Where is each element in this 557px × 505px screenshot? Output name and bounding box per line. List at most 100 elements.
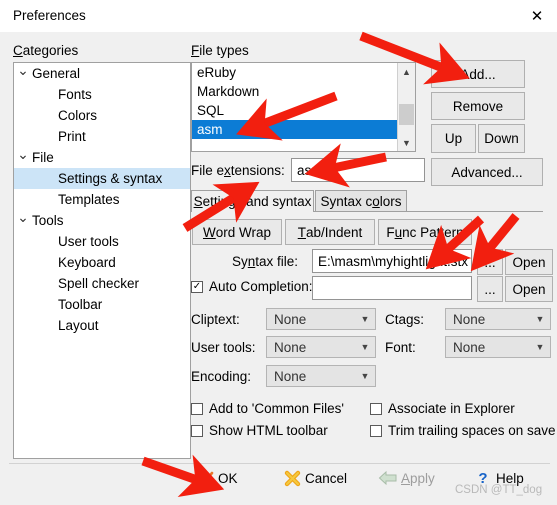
- chevron-down-icon[interactable]: ⌄: [14, 63, 32, 81]
- checkbox-box: [191, 424, 203, 437]
- encoding-select[interactable]: None ▼: [266, 365, 376, 387]
- syntax-file-browse-button[interactable]: ...: [477, 249, 503, 275]
- file-type-item[interactable]: eRuby: [192, 63, 397, 82]
- chevron-down-icon[interactable]: ⌄: [14, 207, 32, 228]
- tab-syntax-colors[interactable]: Syntax c o lors: [315, 190, 407, 212]
- file-extensions-input[interactable]: asm: [291, 158, 425, 182]
- auto-completion-checkbox[interactable]: ✓ Auto Completion:: [191, 279, 313, 294]
- checkbox-trim-trailing-spaces[interactable]: Trim trailing spaces on save: [370, 423, 556, 438]
- ok-button[interactable]: OK: [192, 463, 238, 493]
- auto-completion-browse-button[interactable]: ...: [477, 276, 503, 302]
- tree-item-label: Toolbar: [58, 297, 103, 312]
- ctags-value: None: [453, 311, 486, 327]
- tree-item-templates[interactable]: Templates: [14, 189, 190, 210]
- syntax-file-open-button[interactable]: Open: [505, 249, 553, 275]
- tree-item-file[interactable]: ⌄ File: [14, 144, 190, 168]
- checkbox-associate-in-explorer[interactable]: Associate in Explorer: [370, 401, 515, 416]
- syntax-file-input[interactable]: E:\masm\myhightlight.stx: [312, 249, 472, 273]
- word-wrap-button[interactable]: Word Wrap: [192, 219, 282, 245]
- chevron-down-icon: ▼: [360, 342, 370, 352]
- auto-completion-browse-label: ...: [484, 281, 496, 297]
- tab-settings-and-syntax[interactable]: Settings and syntax: [191, 190, 314, 212]
- auto-completion-open-label: Open: [512, 281, 546, 297]
- auto-completion-label: Auto Completion:: [209, 279, 313, 294]
- file-type-label: eRuby: [197, 65, 237, 80]
- chevron-down-icon: ▼: [360, 314, 370, 324]
- checkbox-show-html-toolbar[interactable]: Show HTML toolbar: [191, 423, 328, 438]
- user-tools-label: User tools:: [191, 340, 256, 355]
- categories-label: Categories: [13, 43, 79, 58]
- cliptext-label: Cliptext:: [191, 312, 240, 327]
- tree-item-label: Spell checker: [58, 276, 140, 291]
- preferences-dialog: Preferences ✕ Categories ⌄ General Fonts Co…: [0, 0, 557, 505]
- checkbox-box: [370, 424, 382, 437]
- scroll-up-icon[interactable]: ▲: [398, 63, 415, 80]
- cliptext-select[interactable]: None ▼: [266, 308, 376, 330]
- remove-button-label: Remove: [452, 98, 504, 114]
- cancel-button-label: Cancel: [305, 470, 348, 486]
- checkbox-label: Associate in Explorer: [388, 401, 515, 416]
- syntax-file-open-label: Open: [512, 254, 546, 270]
- tree-item-layout[interactable]: Layout: [14, 315, 190, 336]
- tree-item-colors[interactable]: Colors: [14, 105, 190, 126]
- auto-completion-input[interactable]: [312, 276, 472, 300]
- down-button-label: Down: [484, 131, 519, 146]
- close-icon[interactable]: ✕: [522, 4, 552, 28]
- ctags-label: Ctags:: [385, 312, 425, 327]
- file-type-item[interactable]: asm: [192, 120, 397, 139]
- add-button[interactable]: Add...: [431, 60, 525, 88]
- tree-item-tools[interactable]: ⌄ Tools: [14, 207, 190, 231]
- cancel-button[interactable]: Cancel: [279, 463, 347, 493]
- tree-item-settings-syntax[interactable]: Settings & syntax: [14, 168, 190, 189]
- auto-completion-open-button[interactable]: Open: [505, 276, 553, 302]
- scroll-down-icon[interactable]: ▼: [398, 134, 415, 151]
- advanced-button[interactable]: Advanced...: [431, 158, 543, 186]
- checkbox-box: [191, 402, 203, 415]
- encoding-value: None: [274, 368, 307, 384]
- checkbox-add-to-common-files[interactable]: Add to 'Common Files': [191, 401, 344, 416]
- file-type-item[interactable]: Markdown: [192, 82, 397, 101]
- tree-item-print[interactable]: Print: [14, 126, 190, 147]
- tree-item-spell-checker[interactable]: Spell checker: [14, 273, 190, 294]
- chevron-down-icon: ▼: [360, 371, 370, 381]
- syntax-file-browse-label: ...: [484, 254, 496, 270]
- tree-item-keyboard[interactable]: Keyboard: [14, 252, 190, 273]
- tree-item-toolbar[interactable]: Toolbar: [14, 294, 190, 315]
- tree-item-fonts[interactable]: Fonts: [14, 84, 190, 105]
- user-tools-select[interactable]: None ▼: [266, 336, 376, 358]
- arrow-left-icon: [375, 470, 401, 486]
- advanced-button-label: Advanced...: [451, 164, 523, 180]
- tab-active-gap: [192, 211, 313, 212]
- file-types-list[interactable]: eRuby Markdown SQL asm ▲ ▼: [191, 62, 416, 152]
- func-pattern-button[interactable]: Fu nc Pattern: [378, 219, 472, 245]
- scrollbar-thumb[interactable]: [399, 104, 414, 125]
- file-type-label: asm: [197, 122, 223, 137]
- ctags-select[interactable]: None ▼: [445, 308, 551, 330]
- auto-completion-checkbox-box: ✓: [191, 280, 203, 293]
- tree-item-label: Fonts: [58, 87, 92, 102]
- categories-tree[interactable]: ⌄ General Fonts Colors Print ⌄ File Settings & …: [13, 62, 191, 459]
- checkbox-label: Add to 'Common Files': [209, 401, 344, 416]
- file-types-scrollbar[interactable]: ▲ ▼: [397, 63, 415, 151]
- font-value: None: [453, 339, 486, 355]
- down-button[interactable]: Down: [478, 124, 525, 153]
- font-select[interactable]: None ▼: [445, 336, 551, 358]
- tree-item-label: General: [32, 66, 81, 81]
- file-extensions-value: asm: [297, 162, 323, 178]
- check-icon: [192, 469, 218, 488]
- file-type-item[interactable]: SQL: [192, 101, 397, 120]
- file-type-label: SQL: [197, 103, 225, 118]
- add-button-label: Add...: [460, 66, 496, 82]
- tree-item-user-tools[interactable]: User tools: [14, 231, 190, 252]
- up-button[interactable]: Up: [431, 124, 476, 153]
- tree-item-label: Print: [58, 129, 86, 144]
- tree-item-general[interactable]: ⌄ General: [14, 63, 190, 84]
- remove-button[interactable]: Remove: [431, 92, 525, 120]
- file-extensions-label: File extensions:: [191, 163, 285, 178]
- chevron-down-icon[interactable]: ⌄: [14, 144, 32, 165]
- ok-button-label: OK: [218, 470, 238, 486]
- encoding-label: Encoding:: [191, 369, 252, 384]
- tab-indent-button[interactable]: Tab/Indent: [285, 219, 375, 245]
- apply-button[interactable]: Apply: [375, 463, 435, 493]
- chevron-down-icon: ▼: [535, 342, 545, 352]
